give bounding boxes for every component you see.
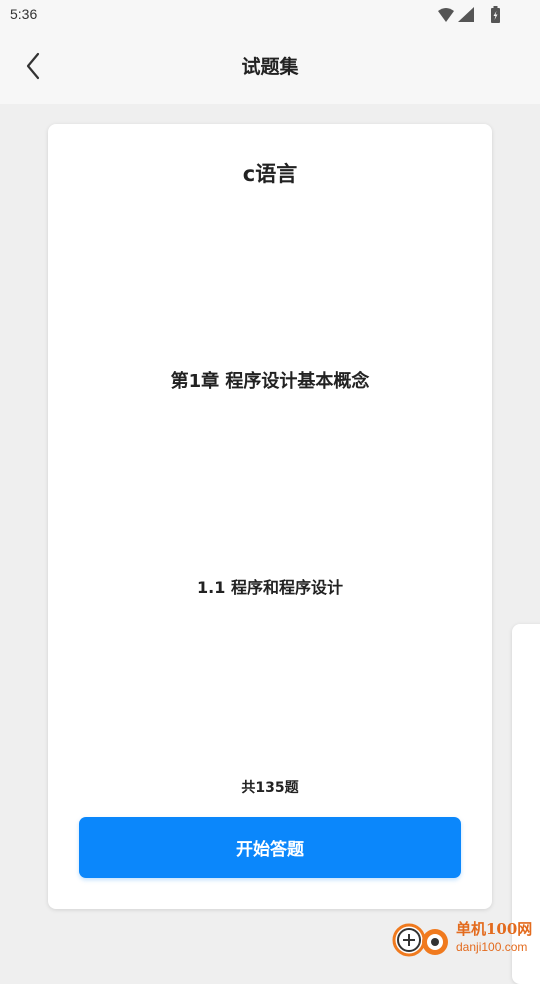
question-count: 共135题 (241, 780, 299, 796)
chapter-title: 第1章 程序设计基本概念 (170, 371, 370, 392)
battery-icon (491, 6, 500, 23)
wifi-icon (438, 8, 454, 22)
section-title: 1.1 程序和程序设计 (197, 578, 343, 597)
watermark-logo-icon (392, 923, 448, 957)
site-watermark: 单机100网 danji100.com (392, 916, 540, 960)
watermark-name: 单机100网 (456, 920, 533, 938)
start-answering-button[interactable]: 开始答题 (79, 817, 461, 878)
watermark-url: danji100.com (456, 940, 528, 954)
subject-title: c语言 (242, 162, 298, 186)
page-title: 试题集 (241, 56, 299, 78)
status-icons (436, 6, 506, 24)
status-bar: 5:36 (0, 0, 540, 30)
signal-icon (458, 7, 474, 22)
status-time: 5:36 (10, 6, 38, 22)
question-set-card: c语言 第1章 程序设计基本概念 1.1 程序和程序设计 共135题 开始答题 (48, 124, 492, 909)
app-header: 试题集 (0, 30, 540, 104)
